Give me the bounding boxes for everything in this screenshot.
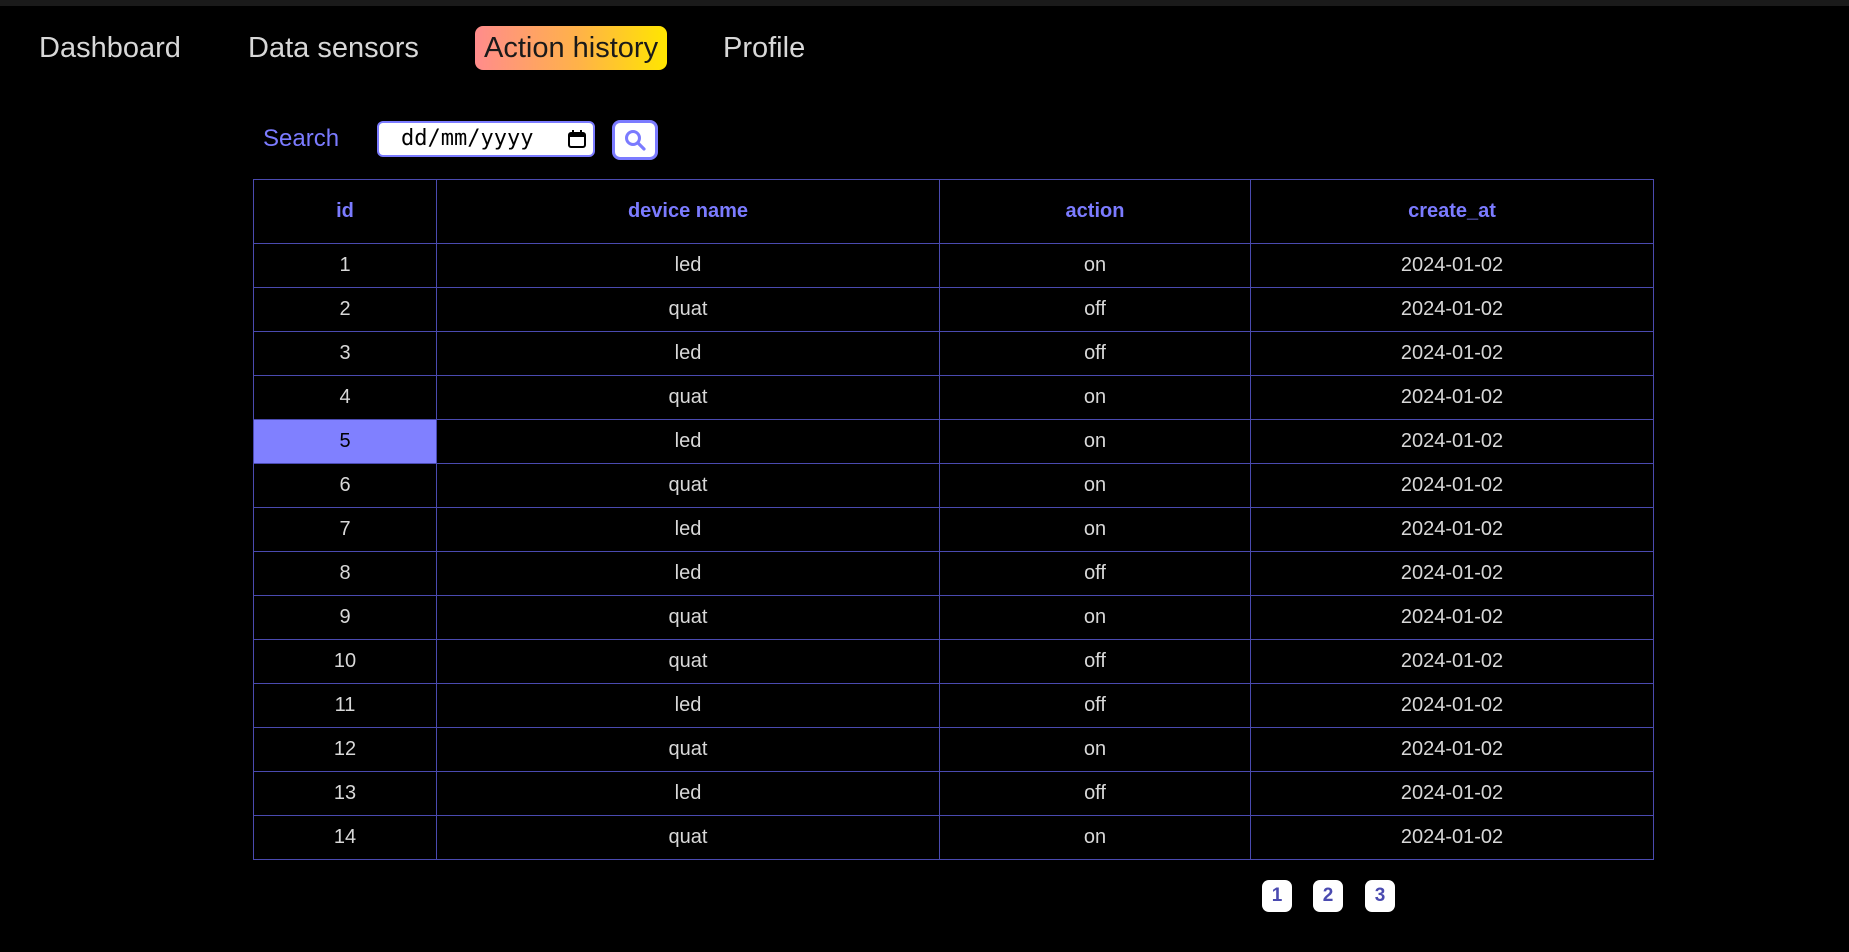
header-device-name[interactable]: device name bbox=[436, 179, 940, 244]
cell-device-name[interactable]: quat bbox=[436, 375, 940, 420]
cell-create-at[interactable]: 2024-01-02 bbox=[1250, 243, 1654, 288]
table-row: 1 led on 2024-01-02 bbox=[253, 243, 1654, 288]
page-1-button[interactable]: 1 bbox=[1262, 880, 1292, 912]
cell-action[interactable]: off bbox=[939, 639, 1251, 684]
cell-create-at[interactable]: 2024-01-02 bbox=[1250, 463, 1654, 508]
table-row: 12 quat on 2024-01-02 bbox=[253, 727, 1654, 772]
cell-create-at[interactable]: 2024-01-02 bbox=[1250, 595, 1654, 640]
table-row: 6 quat on 2024-01-02 bbox=[253, 463, 1654, 508]
date-placeholder: dd/mm/yyyy bbox=[401, 126, 534, 151]
cell-action[interactable]: on bbox=[939, 507, 1251, 552]
cell-id[interactable]: 3 bbox=[253, 331, 437, 376]
cell-id[interactable]: 12 bbox=[253, 727, 437, 772]
cell-device-name[interactable]: quat bbox=[436, 727, 940, 772]
cell-action[interactable]: on bbox=[939, 375, 1251, 420]
table-row: 5 led on 2024-01-02 bbox=[253, 419, 1654, 464]
nav-profile[interactable]: Profile bbox=[714, 26, 814, 70]
search-button[interactable] bbox=[612, 120, 658, 160]
nav-action-history[interactable]: Action history bbox=[475, 26, 668, 70]
table-row: 13 led off 2024-01-02 bbox=[253, 771, 1654, 816]
cell-action[interactable]: off bbox=[939, 287, 1251, 332]
cell-id[interactable]: 11 bbox=[253, 683, 437, 728]
cell-create-at[interactable]: 2024-01-02 bbox=[1250, 727, 1654, 772]
cell-action[interactable]: off bbox=[939, 683, 1251, 728]
cell-id[interactable]: 6 bbox=[253, 463, 437, 508]
cell-device-name[interactable]: quat bbox=[436, 287, 940, 332]
table-header-row: id device name action create_at bbox=[253, 179, 1654, 244]
cell-id[interactable]: 14 bbox=[253, 815, 437, 860]
cell-device-name[interactable]: led bbox=[436, 419, 940, 464]
cell-device-name[interactable]: led bbox=[436, 551, 940, 596]
table-row: 9 quat on 2024-01-02 bbox=[253, 595, 1654, 640]
cell-id[interactable]: 2 bbox=[253, 287, 437, 332]
cell-id[interactable]: 7 bbox=[253, 507, 437, 552]
cell-id[interactable]: 8 bbox=[253, 551, 437, 596]
cell-create-at[interactable]: 2024-01-02 bbox=[1250, 375, 1654, 420]
search-icon bbox=[625, 130, 646, 151]
cell-id[interactable]: 13 bbox=[253, 771, 437, 816]
cell-action[interactable]: off bbox=[939, 551, 1251, 596]
cell-action[interactable]: off bbox=[939, 771, 1251, 816]
page-2-button[interactable]: 2 bbox=[1313, 880, 1343, 912]
browser-top-edge bbox=[0, 0, 1849, 6]
cell-device-name[interactable]: led bbox=[436, 243, 940, 288]
cell-device-name[interactable]: quat bbox=[436, 595, 940, 640]
header-id[interactable]: id bbox=[253, 179, 437, 244]
cell-create-at[interactable]: 2024-01-02 bbox=[1250, 815, 1654, 860]
table-row: 10 quat off 2024-01-02 bbox=[253, 639, 1654, 684]
cell-id-selected[interactable]: 5 bbox=[253, 419, 437, 464]
cell-action[interactable]: on bbox=[939, 727, 1251, 772]
nav-data-sensors[interactable]: Data sensors bbox=[239, 26, 428, 70]
cell-device-name[interactable]: quat bbox=[436, 463, 940, 508]
cell-device-name[interactable]: led bbox=[436, 331, 940, 376]
table-row: 8 led off 2024-01-02 bbox=[253, 551, 1654, 596]
cell-action[interactable]: on bbox=[939, 595, 1251, 640]
calendar-icon[interactable] bbox=[567, 129, 587, 149]
cell-id[interactable]: 4 bbox=[253, 375, 437, 420]
cell-create-at[interactable]: 2024-01-02 bbox=[1250, 639, 1654, 684]
cell-device-name[interactable]: led bbox=[436, 683, 940, 728]
cell-device-name[interactable]: quat bbox=[436, 815, 940, 860]
page-3-button[interactable]: 3 bbox=[1365, 880, 1395, 912]
cell-id[interactable]: 1 bbox=[253, 243, 437, 288]
cell-device-name[interactable]: led bbox=[436, 771, 940, 816]
cell-action[interactable]: on bbox=[939, 419, 1251, 464]
table-row: 14 quat on 2024-01-02 bbox=[253, 815, 1654, 860]
table-row: 2 quat off 2024-01-02 bbox=[253, 287, 1654, 332]
cell-create-at[interactable]: 2024-01-02 bbox=[1250, 287, 1654, 332]
date-input[interactable]: dd/mm/yyyy bbox=[377, 121, 595, 157]
cell-create-at[interactable]: 2024-01-02 bbox=[1250, 683, 1654, 728]
table-row: 7 led on 2024-01-02 bbox=[253, 507, 1654, 552]
search-label: Search bbox=[263, 125, 340, 152]
header-create-at[interactable]: create_at bbox=[1250, 179, 1654, 244]
table-row: 4 quat on 2024-01-02 bbox=[253, 375, 1654, 420]
cell-id[interactable]: 9 bbox=[253, 595, 437, 640]
cell-create-at[interactable]: 2024-01-02 bbox=[1250, 419, 1654, 464]
table-row: 11 led off 2024-01-02 bbox=[253, 683, 1654, 728]
header-action[interactable]: action bbox=[939, 179, 1251, 244]
nav-dashboard[interactable]: Dashboard bbox=[30, 26, 190, 70]
cell-create-at[interactable]: 2024-01-02 bbox=[1250, 771, 1654, 816]
action-history-table: id device name action create_at 1 led on 20… bbox=[253, 179, 1654, 860]
cell-action[interactable]: on bbox=[939, 243, 1251, 288]
cell-action[interactable]: on bbox=[939, 463, 1251, 508]
cell-device-name[interactable]: quat bbox=[436, 639, 940, 684]
cell-action[interactable]: on bbox=[939, 815, 1251, 860]
cell-action[interactable]: off bbox=[939, 331, 1251, 376]
cell-create-at[interactable]: 2024-01-02 bbox=[1250, 507, 1654, 552]
cell-create-at[interactable]: 2024-01-02 bbox=[1250, 551, 1654, 596]
cell-create-at[interactable]: 2024-01-02 bbox=[1250, 331, 1654, 376]
cell-id[interactable]: 10 bbox=[253, 639, 437, 684]
table-row: 3 led off 2024-01-02 bbox=[253, 331, 1654, 376]
cell-device-name[interactable]: led bbox=[436, 507, 940, 552]
